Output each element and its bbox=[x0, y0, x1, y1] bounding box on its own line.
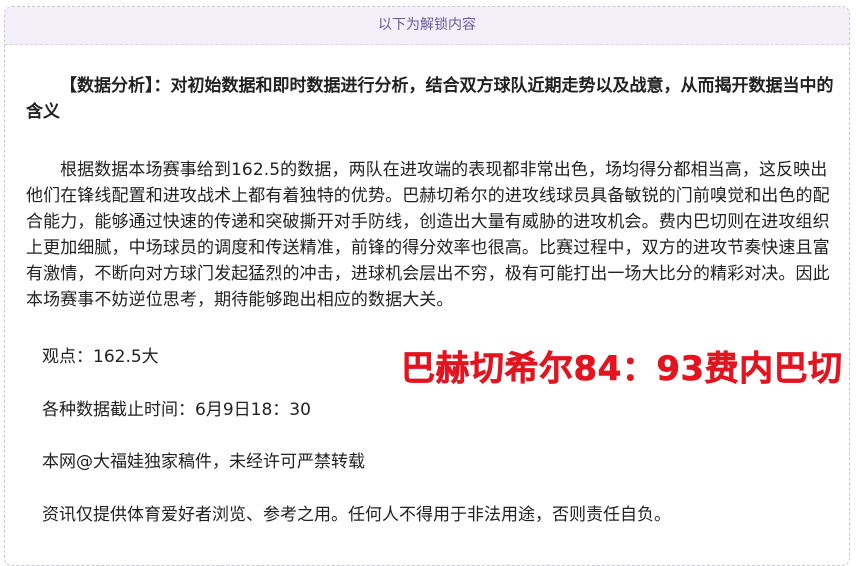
unlock-banner: 以下为解锁内容 bbox=[5, 7, 849, 45]
cutoff-time-line: 各种数据截止时间：6月9日18：30 bbox=[42, 400, 311, 420]
final-score-overlay: 巴赫切希尔84：93费内巴切 bbox=[401, 349, 843, 390]
analysis-body: 根据数据本场赛事给到162.5的数据，两队在进攻端的表现都非常出色，场均得分都相… bbox=[26, 160, 830, 310]
disclaimer-line: 资讯仅提供体育爱好者浏览、参考之用。任何人不得用于非法用途，否则责任自负。 bbox=[42, 505, 671, 525]
article-content: 【数据分析】：对初始数据和即时数据进行分析，结合双方球队近期走势以及战意，从而揭… bbox=[26, 73, 834, 310]
copyright-line: 本网@大福娃独家稿件，未经许可严禁转载 bbox=[42, 452, 365, 472]
analysis-heading: 【数据分析】：对初始数据和即时数据进行分析，结合双方球队近期走势以及战意，从而揭… bbox=[26, 76, 834, 122]
unlocked-content-panel: 以下为解锁内容 【数据分析】：对初始数据和即时数据进行分析，结合双方球队近期走势… bbox=[4, 6, 850, 566]
viewpoint-line: 观点：162.5大 bbox=[42, 347, 159, 367]
